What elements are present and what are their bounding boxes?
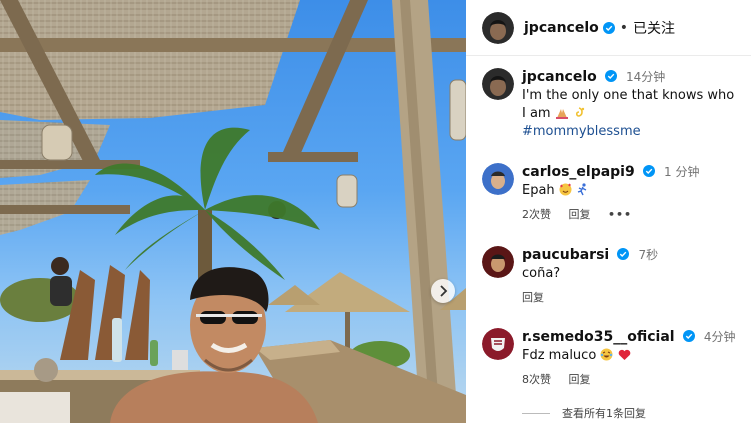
comment-text: Epah — [522, 183, 555, 198]
chevron-right-icon — [440, 285, 448, 297]
separator-dot: • — [619, 19, 629, 36]
verified-badge-icon — [617, 248, 630, 260]
verified-badge-icon — [642, 165, 655, 177]
comment-time: 1 分钟 — [664, 165, 700, 179]
verified-badge-icon — [602, 21, 615, 34]
caption-username[interactable]: jpcancelo — [522, 69, 597, 85]
post-photo — [0, 0, 466, 423]
beach-bar-scene — [0, 0, 466, 423]
comment-time: 4分钟 — [703, 330, 736, 344]
author-username[interactable]: jpcancelo — [524, 20, 599, 36]
commenter-avatar[interactable] — [482, 246, 514, 278]
comment-likes[interactable]: 2次赞 — [522, 208, 551, 221]
dizzy-emoji-icon — [575, 107, 585, 117]
comment-actions: 8次赞 回复 — [522, 371, 751, 387]
comment-username[interactable]: r.semedo35__oficial — [522, 329, 675, 345]
verified-badge-icon — [604, 70, 617, 82]
commenter-avatar[interactable] — [482, 328, 514, 360]
more-options-button[interactable]: ••• — [608, 208, 632, 221]
comment-time: 7秒 — [638, 248, 659, 262]
reply-button[interactable]: 回复 — [522, 291, 544, 304]
comment-text: Fdz maluco — [522, 348, 597, 363]
replies-divider — [522, 412, 550, 414]
caption-avatar[interactable] — [482, 68, 514, 100]
comments-panel: jpcancelo • 已关注 jpcancelo 14分钟 I'm the o… — [466, 0, 751, 423]
reply-button[interactable]: 回复 — [569, 208, 591, 221]
next-photo-button[interactable] — [431, 279, 455, 303]
red-heart-emoji-icon — [618, 349, 630, 360]
comment-username[interactable]: paucubarsi — [522, 247, 609, 263]
laughing-tears-emoji-icon — [600, 348, 613, 361]
commenter-avatar[interactable] — [482, 163, 514, 195]
running-person-emoji-icon — [577, 183, 587, 196]
caption-hashtag[interactable]: #mommyblessme — [522, 123, 751, 141]
reply-button[interactable]: 回复 — [569, 373, 591, 386]
view-all-replies-button[interactable]: 查看所有1条回复 — [522, 405, 646, 421]
comment-username[interactable]: carlos_elpapi9 — [522, 164, 635, 180]
view-all-replies-label: 查看所有1条回复 — [562, 407, 646, 420]
caption-time: 14分钟 — [626, 70, 666, 84]
praying-hands-emoji-icon — [555, 109, 568, 119]
follow-status-button[interactable]: 已关注 — [633, 18, 675, 38]
comment-actions: 2次赞 回复 ••• — [522, 206, 751, 222]
comment-likes[interactable]: 8次赞 — [522, 373, 551, 386]
comment-actions: 回复 — [522, 289, 751, 305]
post-header: jpcancelo • 已关注 — [466, 0, 751, 56]
verified-badge-icon — [682, 330, 695, 342]
comment-text: coña? — [522, 266, 561, 281]
author-avatar[interactable] — [482, 11, 514, 44]
smiling-face-hearts-emoji-icon — [559, 183, 572, 196]
